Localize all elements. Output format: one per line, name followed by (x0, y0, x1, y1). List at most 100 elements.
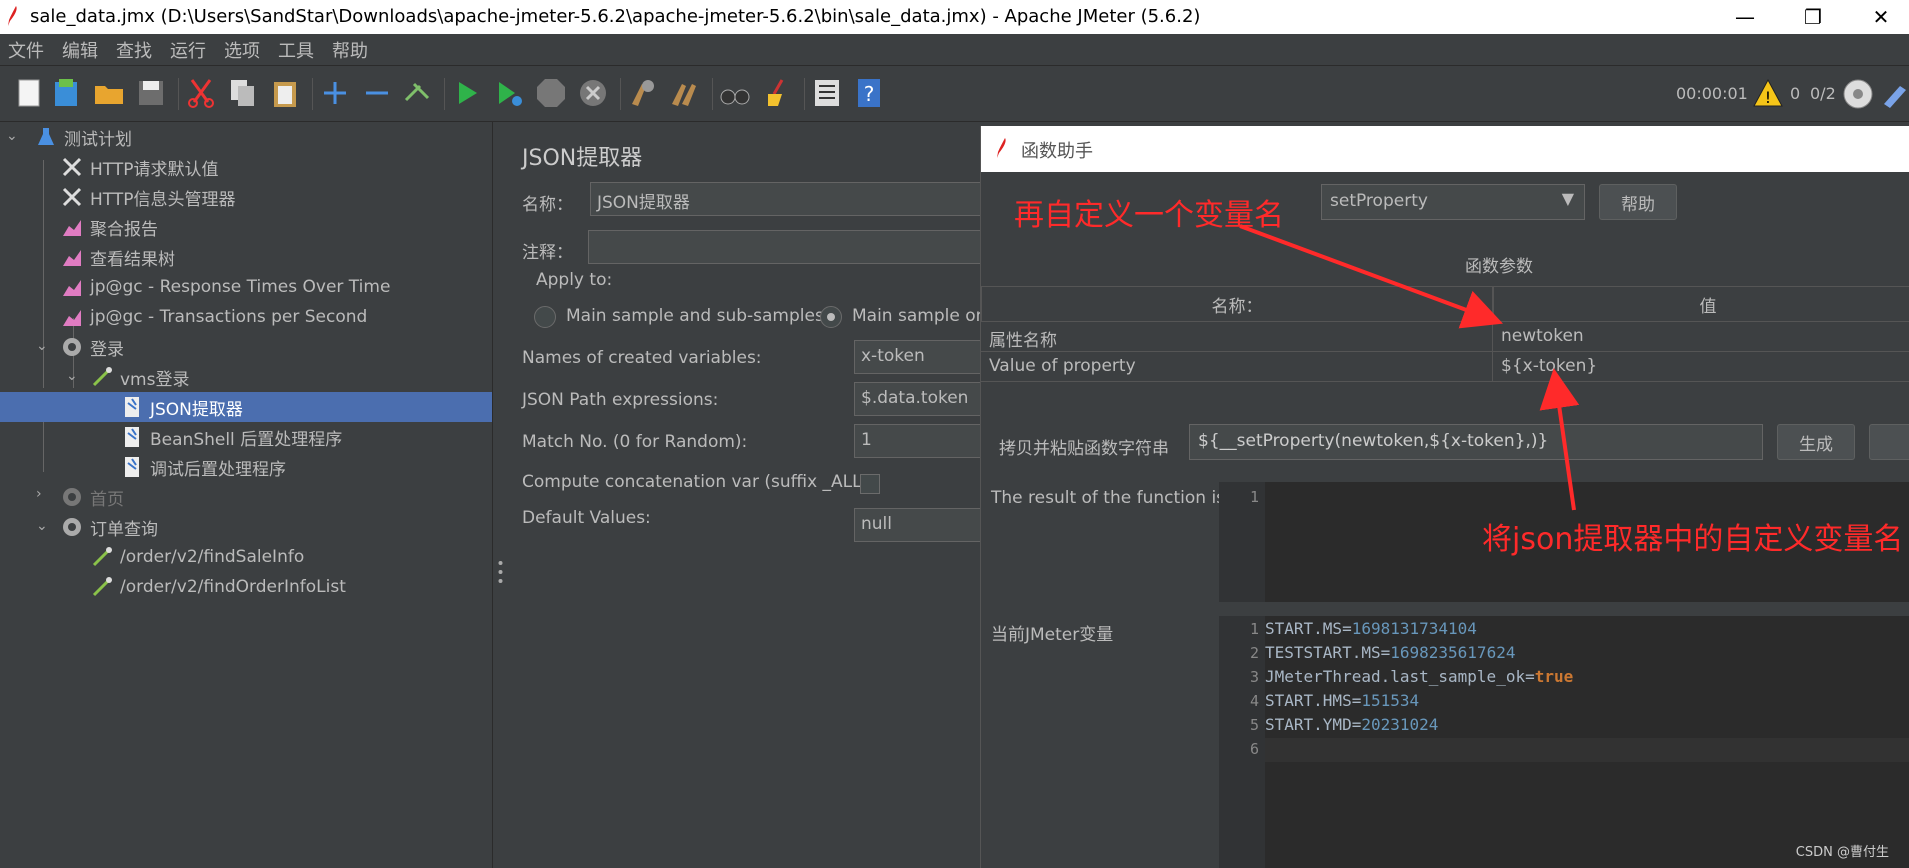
function-select[interactable]: setProperty ▼ (1321, 184, 1585, 220)
help-button[interactable]: 帮助 (1599, 184, 1677, 220)
name-input[interactable]: JSON提取器 (590, 182, 990, 216)
names-input[interactable]: x-token (854, 340, 984, 374)
tree-item-json-extractor[interactable]: JSON提取器 (0, 392, 492, 422)
chart-icon (63, 280, 81, 296)
json-extractor-panel: JSON提取器 名称： JSON提取器 注释： Apply to: Main s… (508, 122, 990, 868)
gear-icon (63, 338, 81, 356)
tree-item-order-group[interactable]: 订单查询 (0, 512, 492, 542)
function-string-input[interactable]: ${__setProperty(newtoken,${x-token},)} (1189, 424, 1763, 460)
clear-icon[interactable] (626, 76, 660, 110)
tree-item-tps[interactable]: jp@gc - Transactions per Second (0, 302, 492, 332)
warning-count: 0 (1790, 84, 1801, 103)
menu-tools[interactable]: 工具 (278, 37, 314, 63)
menu-run[interactable]: 运行 (170, 37, 206, 63)
path-input[interactable]: $.data.token (854, 382, 984, 416)
pipette-icon (92, 577, 112, 597)
tree-item-vms-login[interactable]: vms登录 (0, 362, 492, 392)
tree-item-http-defaults[interactable]: HTTP请求默认值 (0, 152, 492, 182)
expand-all-icon[interactable] (318, 76, 352, 110)
function-helper-dialog: 函数助手 setProperty ▼ 帮助 函数参数 名称： 值 属性名称 ne… (980, 126, 1909, 868)
paste-icon[interactable] (268, 76, 302, 110)
pipette-icon (92, 367, 112, 387)
tree-item-login-group[interactable]: 登录 (0, 332, 492, 362)
tree-item-test-plan[interactable]: 测试计划 (0, 122, 492, 152)
comment-input[interactable] (588, 230, 990, 264)
tree-item-beanshell[interactable]: BeanShell 后置处理程序 (0, 422, 492, 452)
match-input[interactable]: 1 (854, 424, 984, 458)
menu-help[interactable]: 帮助 (332, 37, 368, 63)
generate-button[interactable]: 生成 (1777, 424, 1855, 460)
tree-item-home-group[interactable]: 首页 (0, 482, 492, 512)
jmeter-feather-icon (997, 138, 1006, 158)
warning-icon[interactable]: ! (1752, 78, 1784, 108)
window-title: sale_data.jmx (D:\Users\SandStar\Downloa… (30, 6, 1201, 27)
menu-search[interactable]: 查找 (116, 37, 152, 63)
params-caption: 函数参数 (1465, 257, 1533, 277)
copy-icon[interactable] (226, 76, 260, 110)
panel-splitter[interactable] (492, 122, 508, 868)
col-value-header: 值 (1493, 286, 1909, 322)
help-icon[interactable]: ? (852, 76, 886, 110)
chart-icon (63, 310, 81, 326)
test-plan-tree: ⌄ 测试计划 HTTP请求默认值 HTTP信息头管理器 聚合报告 查看结果树 j… (0, 122, 492, 868)
param-name-cell[interactable]: 属性名称 (981, 322, 1493, 352)
tree-item-find-sale-info[interactable]: /order/v2/findSaleInfo (0, 542, 492, 572)
toggle-icon[interactable] (400, 76, 434, 110)
menu-options[interactable]: 选项 (224, 37, 260, 63)
search-binoculars-icon[interactable] (718, 76, 752, 110)
tree-item-header-manager[interactable]: HTTP信息头管理器 (0, 182, 492, 212)
remote-start-icon[interactable] (1842, 78, 1874, 110)
param-value-cell[interactable]: newtoken (1493, 322, 1909, 352)
new-icon[interactable] (12, 76, 46, 110)
tree-item-find-order-list[interactable]: /order/v2/findOrderInfoList (0, 572, 492, 602)
function-helper-icon[interactable] (810, 76, 844, 110)
shutdown-icon[interactable] (576, 76, 610, 110)
reset-search-broom-icon[interactable] (760, 76, 794, 110)
close-button[interactable]: ✕ (1853, 0, 1909, 34)
cut-icon[interactable] (184, 76, 218, 110)
drag-handle-icon (498, 561, 503, 583)
result-label: The result of the function is (991, 488, 1226, 508)
var-line: START.YMD=20231024 (1265, 715, 1439, 734)
save-icon[interactable] (134, 76, 168, 110)
pipette-icon (92, 547, 112, 567)
templates-icon[interactable] (50, 76, 84, 110)
var-line: TESTSTART.MS=1698235617624 (1265, 643, 1516, 662)
names-label: Names of created variables: (522, 348, 762, 368)
wrench-icon (62, 187, 82, 207)
menu-file[interactable]: 文件 (8, 37, 44, 63)
var-line: START.HMS=151534 (1265, 691, 1420, 710)
watermark: CSDN @曹付生 (1795, 845, 1889, 860)
radio-main-only[interactable] (820, 306, 842, 328)
tree-item-debug-post[interactable]: 调试后置处理程序 (0, 452, 492, 482)
restore-button[interactable]: ❐ (1785, 0, 1841, 34)
post-processor-icon (125, 427, 139, 447)
open-icon[interactable] (92, 76, 126, 110)
clear-all-icon[interactable] (668, 76, 702, 110)
tree-item-aggregate-report[interactable]: 聚合报告 (0, 212, 492, 242)
reset-button[interactable] (1869, 424, 1909, 460)
elapsed-timer: 00:00:01 (1676, 84, 1748, 103)
concat-checkbox[interactable] (860, 474, 880, 494)
minimize-button[interactable]: — (1717, 0, 1773, 34)
menu-edit[interactable]: 编辑 (62, 37, 98, 63)
start-icon[interactable] (450, 76, 484, 110)
panel-heading: JSON提取器 (522, 146, 643, 171)
param-name-cell[interactable]: Value of property (981, 352, 1493, 382)
annotation-top: 再自定义一个变量名 (1014, 198, 1284, 233)
stop-icon[interactable] (534, 76, 568, 110)
log-viewer-icon[interactable] (1880, 78, 1909, 110)
vars-editor[interactable]: 1 START.MS=1698131734104 2 TESTSTART.MS=… (1219, 616, 1909, 868)
var-line: JMeterThread.last_sample_ok=true (1265, 667, 1574, 686)
collapse-all-icon[interactable] (360, 76, 394, 110)
post-processor-icon (125, 457, 139, 477)
start-no-pauses-icon[interactable] (492, 76, 526, 110)
radio-main-sub[interactable] (534, 306, 556, 328)
name-label: 名称： (522, 195, 573, 215)
path-label: JSON Path expressions: (522, 390, 719, 410)
param-value-cell[interactable]: ${x-token} (1493, 352, 1909, 382)
post-processor-icon (125, 397, 139, 417)
tree-item-response-times[interactable]: jp@gc - Response Times Over Time (0, 272, 492, 302)
default-input[interactable]: null (854, 508, 984, 542)
tree-item-results-tree[interactable]: 查看结果树 (0, 242, 492, 272)
